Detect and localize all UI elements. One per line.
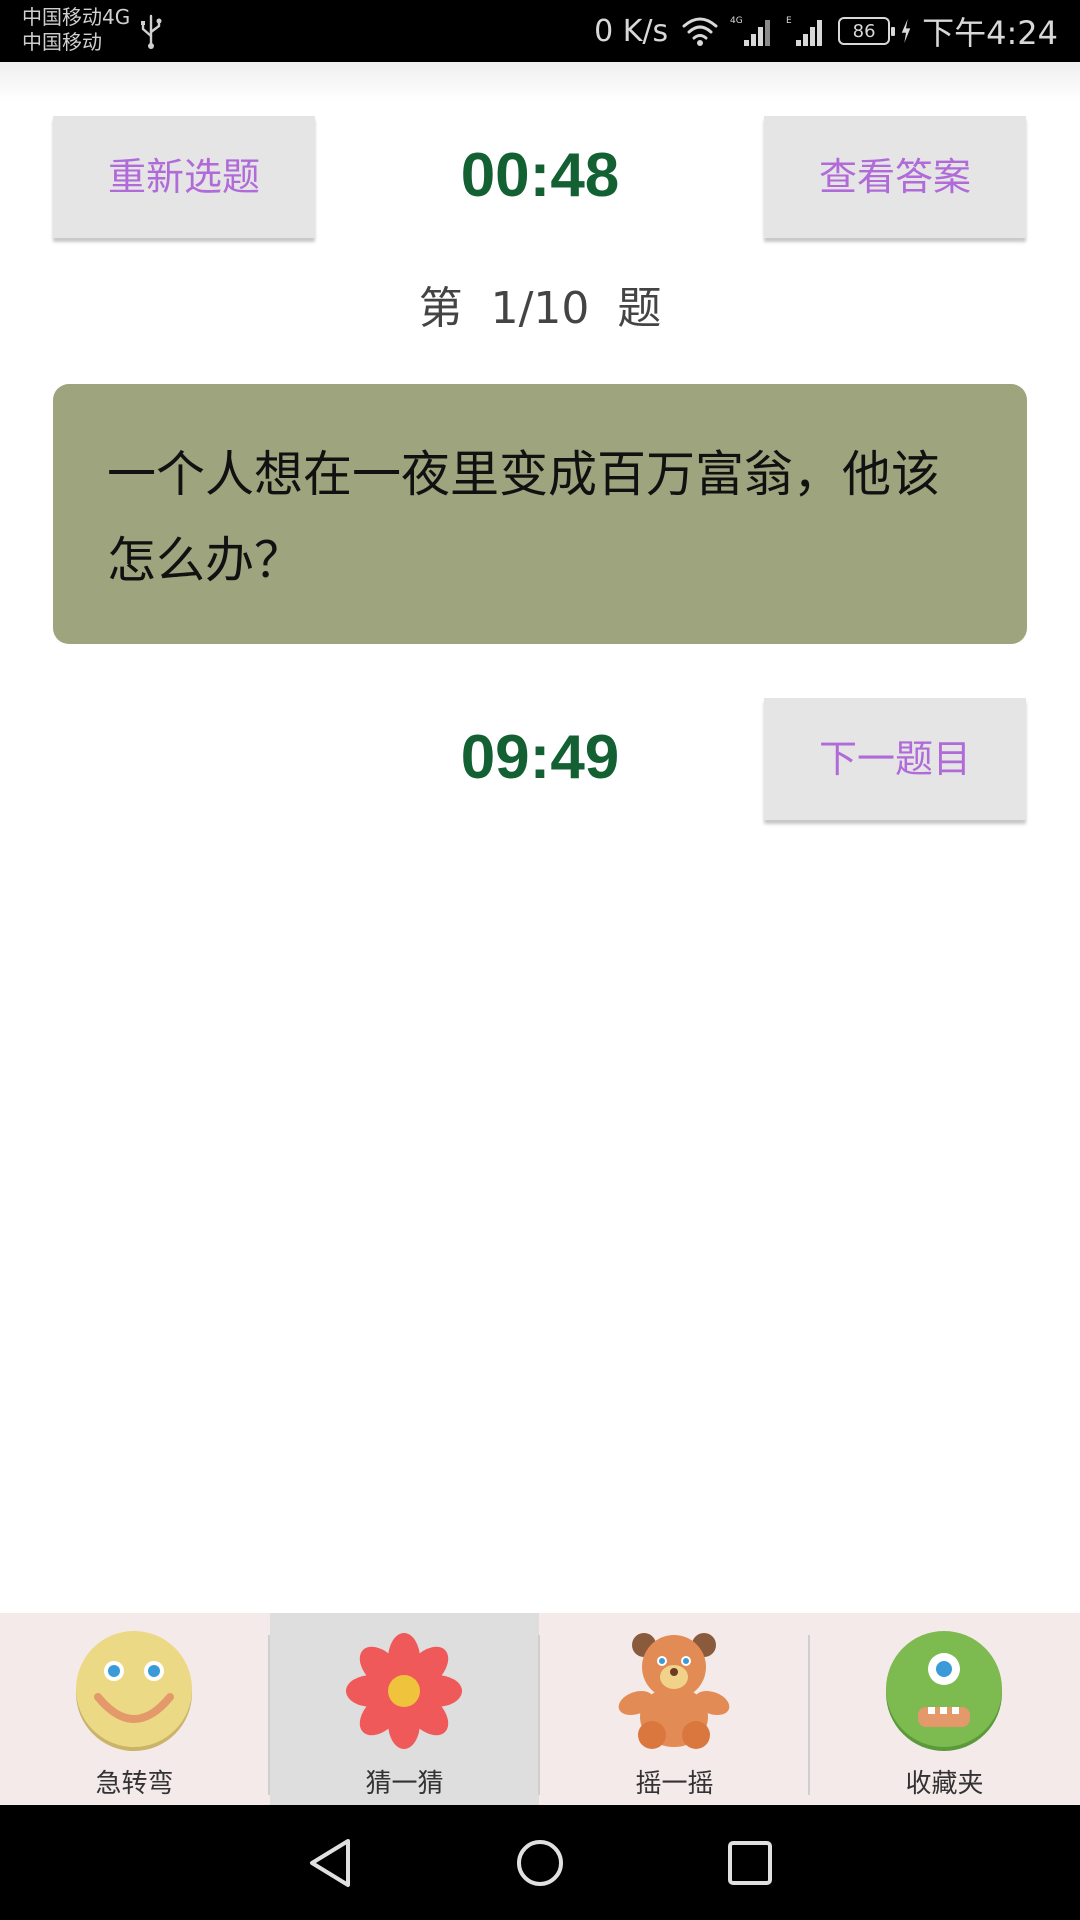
- next-question-button[interactable]: 下一题目: [764, 698, 1026, 820]
- navigation-bar: [0, 1805, 1080, 1920]
- reselect-button[interactable]: 重新选题: [53, 116, 315, 238]
- smiley-face-icon: [76, 1631, 192, 1751]
- carrier-line-1: 中国移动4G: [22, 5, 131, 29]
- tab-label: 摇一摇: [635, 1769, 714, 1799]
- question-progress: 第 1/10 题: [418, 283, 662, 334]
- question-text: 一个人想在一夜里变成百万富翁，他该怎么办？: [107, 446, 941, 589]
- teddy-bear-icon: [618, 1633, 730, 1749]
- wifi-icon: [682, 17, 718, 46]
- carrier-info: 中国移动4G 中国移动: [22, 5, 130, 55]
- view-answer-button[interactable]: 查看答案: [764, 116, 1026, 238]
- tab-riddles[interactable]: 急转弯: [0, 1613, 269, 1805]
- red-flower-icon: [346, 1633, 462, 1749]
- status-bar: 中国移动4G 中国移动 0 K/s 4G E 86 下午4:24: [0, 0, 1080, 62]
- carrier-line-2: 中国移动: [22, 30, 102, 54]
- tab-favorites[interactable]: 收藏夹: [810, 1613, 1079, 1805]
- status-icons: 0 K/s 4G E 86 下午4:24: [594, 0, 1058, 62]
- home-icon[interactable]: [512, 1835, 568, 1891]
- battery-level: 86: [852, 20, 876, 42]
- back-icon[interactable]: [304, 1835, 360, 1891]
- tab-label: 收藏夹: [905, 1769, 984, 1799]
- header-shadow: [0, 62, 1080, 102]
- status-time: 下午4:24: [922, 14, 1058, 52]
- charging-icon: [901, 19, 911, 43]
- tab-guess[interactable]: 猜一猜: [270, 1613, 539, 1805]
- screen: 中国移动4G 中国移动 0 K/s 4G E 86 下午4:24 重新选题 00…: [0, 0, 1080, 1920]
- svg-text:4G: 4G: [730, 16, 743, 26]
- recent-apps-icon[interactable]: [722, 1835, 778, 1891]
- battery-icon: 86: [838, 17, 896, 45]
- bottom-tab-bar: 急转弯 猜一猜 摇一摇 收藏夹: [0, 1613, 1080, 1805]
- green-monster-icon: [886, 1631, 1002, 1751]
- signal-4g-icon: 4G: [730, 16, 771, 46]
- countdown-timer: 09:49: [460, 723, 620, 792]
- signal-e-icon: E: [786, 16, 823, 46]
- svg-text:E: E: [786, 16, 792, 26]
- net-speed: 0 K/s: [594, 13, 669, 49]
- tab-label: 急转弯: [95, 1769, 174, 1799]
- tab-shake[interactable]: 摇一摇: [540, 1613, 809, 1805]
- usb-icon: [141, 14, 162, 49]
- elapsed-timer: 00:48: [460, 141, 620, 210]
- tab-label: 猜一猜: [365, 1769, 444, 1799]
- question-card: 一个人想在一夜里变成百万富翁，他该怎么办？: [53, 384, 1027, 644]
